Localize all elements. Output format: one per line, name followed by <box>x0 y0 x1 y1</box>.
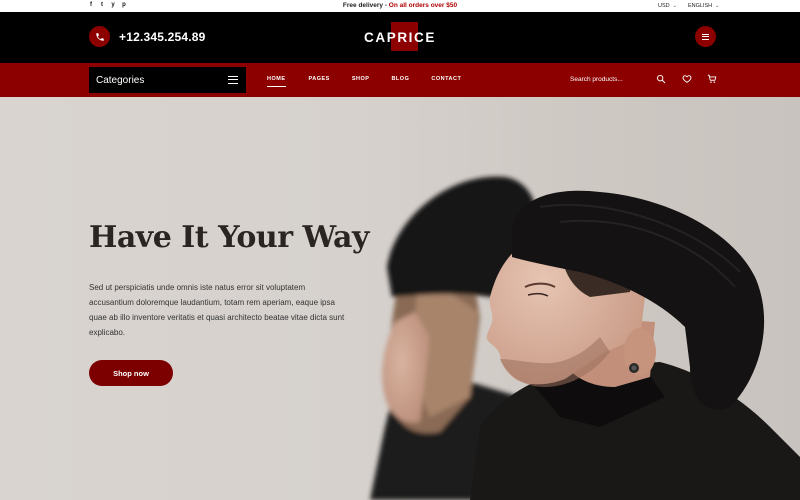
search-input[interactable]: Search products... <box>570 76 623 83</box>
categories-dropdown[interactable]: Categories <box>89 67 246 93</box>
language-select[interactable]: ENGLISH ⌄ <box>688 3 719 9</box>
categories-label: Categories <box>96 74 145 86</box>
nav-home[interactable]: HOME <box>267 76 286 87</box>
hero-description: Sed ut perspiciatis unde omnis iste natu… <box>89 283 345 337</box>
nav-blog[interactable]: BLOG <box>391 76 409 82</box>
currency-label: USD <box>658 2 670 9</box>
nav-pages[interactable]: PAGES <box>309 76 330 82</box>
nav-links: HOME PAGES SHOP BLOG CONTACT <box>267 76 461 87</box>
nav-shop[interactable]: SHOP <box>352 76 370 82</box>
chevron-down-icon: ⌄ <box>672 2 677 9</box>
promo-text: Free delivery - On all orders over $50 <box>0 2 800 9</box>
hero-title: Have It Your Way <box>89 220 369 255</box>
language-label: ENGLISH <box>688 2 713 9</box>
promo-highlight: On all orders over $50 <box>388 2 458 9</box>
top-bar: f t y p Free delivery - On all orders ov… <box>0 0 800 12</box>
main-nav: Categories HOME PAGES SHOP BLOG CONTACT … <box>0 63 800 97</box>
header: +12.345.254.89 CAPRICE <box>0 12 800 63</box>
heart-icon[interactable] <box>681 73 693 85</box>
logo[interactable]: CAPRICE <box>340 30 460 45</box>
menu-icon[interactable] <box>695 26 716 47</box>
search-icon[interactable] <box>655 73 667 85</box>
hero-banner: Have It Your Way Sed ut perspiciatis und… <box>0 97 800 500</box>
burger-icon <box>228 76 238 84</box>
promo-lead: Free delivery - <box>342 2 389 9</box>
nav-contact[interactable]: CONTACT <box>431 76 461 82</box>
phone-number[interactable]: +12.345.254.89 <box>119 30 206 44</box>
shop-now-button[interactable]: Shop now <box>89 360 173 386</box>
currency-select[interactable]: USD ⌄ <box>658 3 677 9</box>
phone-icon[interactable] <box>89 26 110 47</box>
cart-icon[interactable] <box>706 73 718 85</box>
chevron-down-icon: ⌄ <box>715 2 720 9</box>
